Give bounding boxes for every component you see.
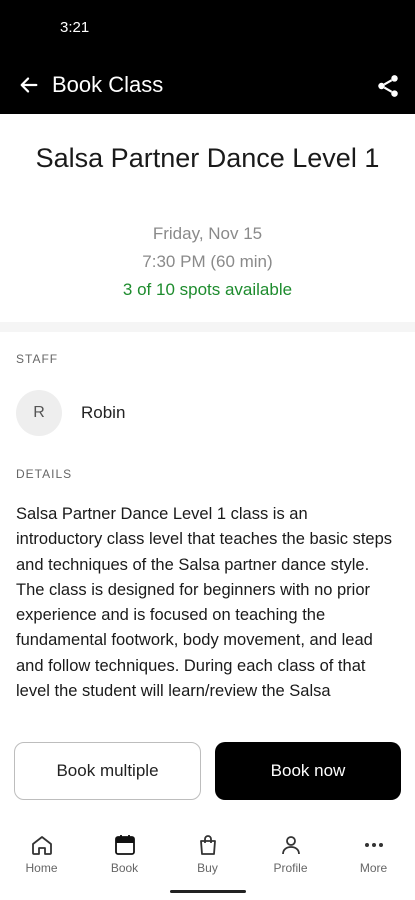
nav-item-book[interactable]: Book [83,832,166,875]
home-icon [29,832,55,858]
staff-avatar[interactable]: R [16,390,62,436]
page-title: Book Class [52,72,164,97]
nav-item-buy[interactable]: Buy [166,832,249,875]
class-date: Friday, Nov 15 [152,224,263,243]
bottom-nav: Home Book Buy Profile More [0,820,415,900]
arrow-left-icon [20,77,38,93]
nav-item-home[interactable]: Home [0,832,83,875]
spots-available: 3 of 10 spots available [122,280,293,299]
share-icon [378,75,398,97]
details-section-label: DETAILS [16,467,73,481]
book-now-button[interactable]: Book now [215,742,401,800]
shopping-bag-icon [195,832,221,858]
section-divider [0,322,415,332]
class-time: 7:30 PM (60 min) [142,252,273,271]
home-indicator[interactable] [170,890,246,893]
back-button[interactable] [14,70,44,100]
nav-label-buy: Buy [197,861,218,875]
app-bar: Book Class [0,56,415,114]
staff-name[interactable]: Robin [81,403,125,423]
person-icon [278,832,304,858]
class-description: Salsa Partner Dance Level 1 class is an … [16,505,393,701]
status-bar: 3:21 [0,0,415,56]
nav-label-profile: Profile [273,861,308,875]
nav-item-more[interactable]: More [332,832,415,875]
status-time: 3:21 [60,19,90,36]
nav-label-more: More [359,861,388,875]
class-title: Salsa Partner Dance Level 1 [35,143,380,173]
share-button[interactable] [372,70,404,102]
nav-label-book: Book [110,861,139,875]
nav-item-profile[interactable]: Profile [249,832,332,875]
more-dots-icon [361,832,387,858]
staff-section-label: STAFF [16,352,59,366]
class-header: Salsa Partner Dance Level 1 Friday, Nov … [0,114,415,322]
nav-label-home: Home [25,861,58,875]
calendar-icon [112,832,138,858]
book-multiple-button[interactable]: Book multiple [14,742,201,800]
